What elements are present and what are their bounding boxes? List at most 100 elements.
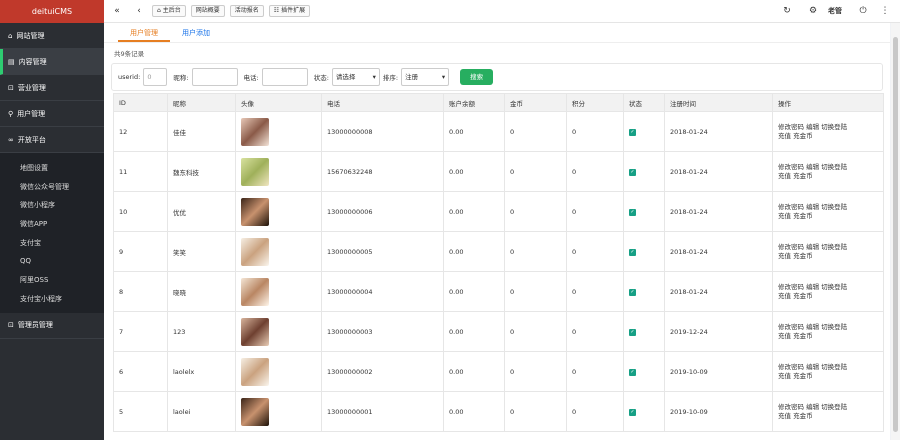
ops-links-primary[interactable]: 修改密码 编辑 切换登陆 (778, 403, 883, 412)
select-value: 注册 (405, 73, 419, 81)
ops-links-secondary[interactable]: 充值 充金币 (778, 292, 883, 301)
cell-balance: 0.00 (443, 111, 505, 152)
checkbox-checked-icon[interactable]: ✓ (629, 369, 636, 376)
cell-points: 0 (566, 151, 624, 192)
sidebar-item-users[interactable]: ⚲ 用户管理 (0, 101, 104, 127)
cell-status: ✓ (623, 351, 665, 392)
ops-links-primary[interactable]: 修改密码 编辑 切换登陆 (778, 283, 883, 292)
checkbox-checked-icon[interactable]: ✓ (629, 249, 636, 256)
plugin-icon: ☷ (273, 7, 282, 14)
brand-logo: deituiCMS (0, 0, 104, 23)
avatar (241, 197, 269, 226)
settings-icon[interactable]: ⚙ (806, 6, 820, 16)
table-row: 8 晓晓 13000000004 0.00 0 0 ✓ 2018-01-24 修改密码 编辑 切… (113, 271, 884, 312)
avatar (241, 317, 269, 346)
cell-points: 0 (566, 391, 624, 432)
cell-gold: 0 (504, 391, 567, 432)
ops-links-primary[interactable]: 修改密码 编辑 切换登陆 (778, 323, 883, 332)
cell-points: 0 (566, 311, 624, 352)
link-icon: ∞ (8, 135, 14, 144)
cell-id: 9 (113, 231, 168, 272)
ops-links-secondary[interactable]: 充值 充金币 (778, 412, 883, 421)
sidebar-subitem-qq[interactable]: QQ (0, 252, 104, 271)
checkbox-checked-icon[interactable]: ✓ (629, 169, 636, 176)
checkbox-checked-icon[interactable]: ✓ (629, 129, 636, 136)
table-row: 5 laolei 13000000001 0.00 0 0 ✓ 2019-10-09 修改密码 … (113, 391, 884, 432)
phone-input[interactable] (261, 68, 308, 86)
ops-links-secondary[interactable]: 充值 充金币 (778, 172, 883, 181)
scrollbar-thumb[interactable] (893, 37, 898, 432)
table-row: 9 笑笑 13000000005 0.00 0 0 ✓ 2018-01-24 修改密码 编辑 切… (113, 231, 884, 272)
sidebar-item-business[interactable]: ⊡ 营业管理 (0, 75, 104, 101)
sidebar-item-open-platform[interactable]: ∞ 开放平台 (0, 127, 104, 153)
cell-points: 0 (566, 111, 624, 152)
cell-status: ✓ (623, 231, 665, 272)
col-header: 账户余额 (443, 93, 505, 112)
checkbox-checked-icon[interactable]: ✓ (629, 329, 636, 336)
collapse-icon[interactable]: « (110, 6, 124, 16)
ops-links-primary[interactable]: 修改密码 编辑 切换登陆 (778, 163, 883, 172)
cell-status: ✓ (623, 311, 665, 352)
cell-date: 2019-10-09 (664, 351, 773, 392)
ops-links-secondary[interactable]: 充值 充金币 (778, 332, 883, 341)
nick-input[interactable] (191, 68, 238, 86)
site-overview-button[interactable]: 网站概要 (190, 5, 225, 17)
ops-links-secondary[interactable]: 充值 充金币 (778, 132, 883, 141)
sidebar-item-admin[interactable]: ⊡ 管理员管理 (0, 313, 104, 339)
cell-id: 12 (113, 111, 168, 152)
tab-add-user[interactable]: 用户添加 (170, 23, 222, 42)
home-button[interactable]: ⌂ 主后台 (152, 5, 186, 17)
lock-icon: ⊡ (8, 321, 14, 329)
cell-date: 2019-10-09 (664, 391, 773, 432)
back-icon[interactable]: ‹ (132, 6, 146, 16)
sidebar-subitem-wechat-mini[interactable]: 微信小程序 (0, 196, 104, 215)
cell-phone: 13000000001 (321, 391, 444, 432)
cell-balance: 0.00 (443, 151, 505, 192)
sidebar-subitem-map[interactable]: 地图设置 (0, 159, 104, 178)
cell-nick: 123 (167, 311, 236, 352)
button-label: 主后台 (162, 7, 181, 14)
sidebar-subitem-wechat-app[interactable]: 微信APP (0, 215, 104, 234)
ops-links-secondary[interactable]: 充值 充金币 (778, 212, 883, 221)
ops-links-primary[interactable]: 修改密码 编辑 切换登陆 (778, 363, 883, 372)
refresh-icon[interactable]: ↻ (780, 6, 794, 16)
cell-phone: 13000000003 (321, 311, 444, 352)
search-button[interactable]: 搜索 (460, 69, 494, 85)
ops-links-primary[interactable]: 修改密码 编辑 切换登陆 (778, 123, 883, 132)
cell-id: 11 (113, 151, 168, 192)
ops-links-primary[interactable]: 修改密码 编辑 切换登陆 (778, 243, 883, 252)
sidebar-subitem-aliyun-oss[interactable]: 阿里OSS (0, 271, 104, 290)
house-icon: ⌂ (8, 31, 13, 40)
checkbox-checked-icon[interactable]: ✓ (629, 209, 636, 216)
power-icon[interactable]: ⏻ (856, 6, 870, 16)
checkbox-checked-icon[interactable]: ✓ (629, 409, 636, 416)
userid-input[interactable]: 0 (143, 68, 168, 86)
status-label: 状态: (313, 74, 329, 82)
sidebar-subitem-alipay[interactable]: 支付宝 (0, 234, 104, 253)
sort-select[interactable]: 注册 ▾ (401, 68, 450, 86)
more-icon[interactable]: ⋮ (878, 6, 892, 16)
col-header: ID (113, 93, 168, 112)
cell-nick: 佳佳 (167, 111, 236, 152)
cell-date: 2018-01-24 (664, 271, 773, 312)
ops-links-secondary[interactable]: 充值 充金币 (778, 372, 883, 381)
cell-id: 7 (113, 311, 168, 352)
plugin-button[interactable]: ☷ 插件扩展 (268, 5, 311, 17)
event-signup-button[interactable]: 活动报名 (229, 5, 264, 17)
scrollbar[interactable] (891, 23, 900, 440)
ops-links-secondary[interactable]: 充值 充金币 (778, 252, 883, 261)
sidebar-item-site[interactable]: ⌂ 网站管理 (0, 23, 104, 49)
ops-links-primary[interactable]: 修改密码 编辑 切换登陆 (778, 203, 883, 212)
sidebar-item-content[interactable]: ▤ 内容管理 (0, 49, 104, 75)
checkbox-checked-icon[interactable]: ✓ (629, 289, 636, 296)
sidebar-subitem-alipay-mini[interactable]: 支付宝小程序 (0, 290, 104, 309)
cell-ops: 修改密码 编辑 切换登陆 充值 充金币 (772, 111, 884, 152)
cell-ops: 修改密码 编辑 切换登陆 充值 充金币 (772, 271, 884, 312)
cell-avatar (235, 151, 322, 192)
cell-nick: laolei (167, 391, 236, 432)
user-name[interactable]: 老管 (828, 6, 842, 16)
cell-ops: 修改密码 编辑 切换登陆 充值 充金币 (772, 391, 884, 432)
sidebar-subitem-wechat-mp[interactable]: 微信公众号管理 (0, 178, 104, 197)
tab-user-management[interactable]: 用户管理 (118, 23, 170, 42)
status-select[interactable]: 请选择 ▾ (331, 68, 380, 86)
